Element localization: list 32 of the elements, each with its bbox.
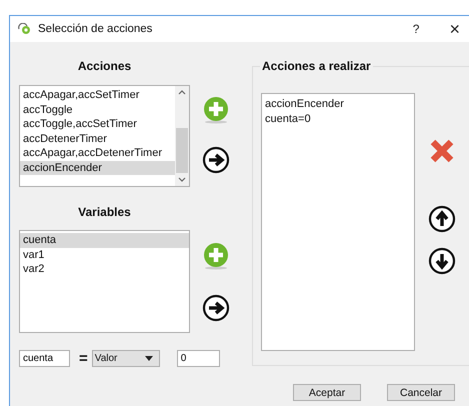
close-button[interactable]: × [449, 18, 460, 40]
add-icon[interactable] [202, 96, 230, 124]
cancel-button[interactable]: Cancelar [387, 384, 455, 401]
equals-sign: = [79, 350, 88, 367]
app-icon [18, 23, 32, 35]
value-field[interactable]: 0 [176, 350, 220, 367]
window-title: Selección de acciones [38, 23, 154, 35]
list-item[interactable]: accApagar,accDetenerTimer [20, 146, 175, 160]
list-item[interactable]: var1 [20, 248, 189, 262]
accept-button[interactable]: Aceptar [293, 384, 361, 401]
selected-actions-list[interactable]: accionEncender cuenta=0 [261, 93, 415, 351]
delete-icon[interactable] [429, 138, 455, 164]
list-item[interactable]: accToggle,accSetTimer [20, 117, 175, 132]
list-item[interactable]: accApagar,accSetTimer [20, 88, 175, 102]
add-icon[interactable] [202, 242, 230, 270]
variables-list[interactable]: cuenta var1 var2 [19, 230, 190, 333]
list-item[interactable]: cuenta=0 [262, 112, 414, 126]
dropdown-caret-icon[interactable] [144, 356, 153, 361]
section-heading: Acciones [76, 58, 132, 75]
type-dropdown[interactable]: Valor [92, 350, 160, 367]
help-button[interactable]: ? [412, 22, 420, 36]
list-item[interactable]: accDetenerTimer [20, 132, 175, 146]
list-item[interactable]: accionEncender [20, 160, 175, 175]
variable-field[interactable]: cuenta [19, 350, 70, 367]
scrollbar[interactable] [175, 86, 189, 186]
section-heading: Variables [77, 204, 132, 221]
scroll-thumb[interactable] [176, 128, 188, 173]
list-item[interactable]: accionEncender [262, 97, 414, 112]
actions-list[interactable]: accApagar,accSetTimer accToggle accToggle,accSetTimer accDetenerTimer accApagar,accDetenerTimer accionEncender [19, 85, 190, 187]
list-item[interactable]: accToggle [20, 102, 175, 117]
list-item[interactable]: cuenta [20, 233, 189, 248]
list-item[interactable]: var2 [20, 262, 189, 276]
